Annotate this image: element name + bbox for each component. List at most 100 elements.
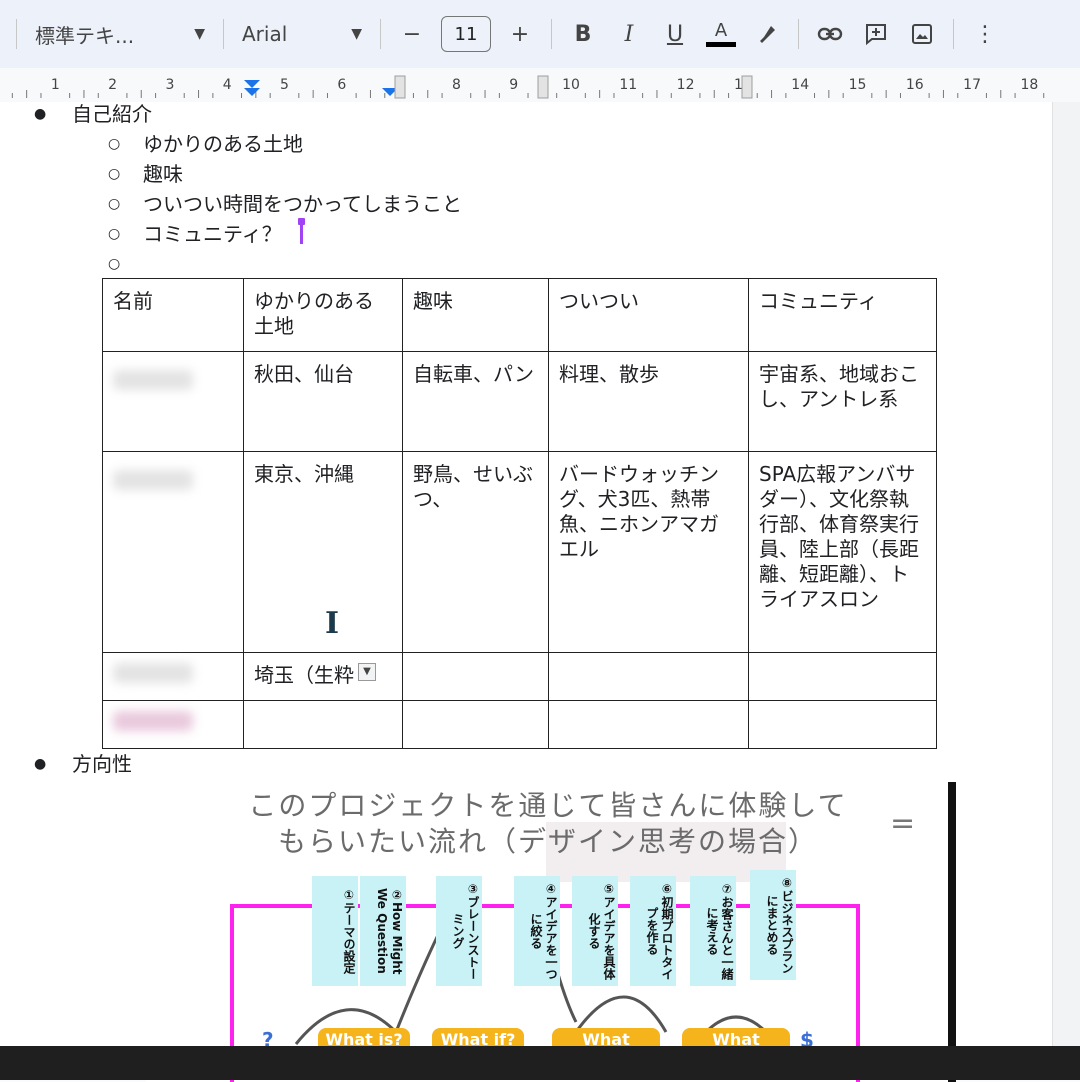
bullet-circle: ○ [108,256,121,272]
list-item[interactable]: ゆかりのある土地 [143,132,303,156]
list-item[interactable]: 方向性 [72,752,132,776]
decrease-font-size-button[interactable]: − [392,14,432,54]
chevron-down-icon: ▼ [351,26,362,42]
redacted-name [113,470,193,490]
bullet-circle: ○ [108,136,121,152]
page-margin-area [1052,102,1080,1046]
redacted-name [113,663,193,683]
table-cell[interactable]: 料理、散歩 [548,351,749,452]
chevron-down-icon[interactable]: ▼ [358,663,376,681]
ruler-number: 11 [619,77,637,93]
process-step: ③ブレーンストーミング [436,876,482,986]
table-cell[interactable] [748,652,937,701]
table-header-cell[interactable]: ゆかりのある土地 [243,278,403,352]
ruler-number: 5 [280,77,289,93]
list-item[interactable]: 趣味 [143,162,183,186]
table-cell[interactable] [748,700,937,749]
table-row: 名前 ゆかりのある土地 趣味 ついつい コミュニティ [102,278,937,352]
table-cell[interactable] [243,700,403,749]
table-cell[interactable]: 秋田、仙台 [243,351,403,452]
ruler-scale: 12345689101112131415161718 [11,75,1045,99]
toolbar-divider [16,19,17,49]
table-cell[interactable]: 自転車、パン [402,351,549,452]
table-cell-name[interactable] [102,351,244,452]
table-row: 埼玉（生粋 ▼ [102,652,937,701]
process-step: ④アイデアを一つに絞る [514,876,560,986]
bullet-circle: ○ [108,166,121,182]
table-cell-name[interactable] [102,700,244,749]
italic-button[interactable]: I [609,14,649,54]
table-header-cell[interactable]: 趣味 [402,278,549,352]
toolbar-divider [798,19,799,49]
bold-icon: B [574,21,592,47]
bold-button[interactable]: B [563,14,603,54]
plus-icon: + [510,21,530,47]
column-boundary-handle[interactable] [741,75,753,99]
left-indent-marker[interactable] [244,88,260,96]
table-row [102,700,937,749]
table-cell[interactable]: バードウォッチング、犬3匹、熱帯魚、ニホンアマガエル [548,451,749,653]
text-color-button[interactable]: A [701,14,741,54]
bullet-circle: ○ [108,196,121,212]
embedded-slide-image[interactable]: このプロジェクトを通じて皆さんに体験して もらいたい流れ（デザイン思考の場合） … [146,782,956,1082]
add-comment-icon [866,24,886,46]
column-boundary-handle[interactable] [537,75,549,99]
column-boundary-handle[interactable] [394,75,406,99]
first-line-indent-marker[interactable] [244,80,260,88]
table-cell[interactable]: 宇宙系、地域おこし、アントレ系 [748,351,937,452]
list-item[interactable]: ついつい時間をつかってしまうこと [143,192,462,216]
table-header-cell[interactable]: ついつい [548,278,749,352]
process-step: ⑧ビジネスプランにまとめる [750,870,796,980]
ruler-number: 4 [223,77,232,93]
table-cell-active[interactable]: 埼玉（生粋 ▼ [243,652,403,701]
table-cell[interactable]: SPA広報アンバサダー）、文化祭執行部、体育祭実行員、陸上部（長距離、短距離）、… [748,451,937,653]
toolbar-divider [551,19,552,49]
table-cell[interactable] [402,652,549,701]
process-step: ②How Might We Question [360,876,406,986]
process-step: ⑤アイデアを具体化する [572,876,618,986]
table-cell[interactable]: 東京、沖縄 [243,451,403,653]
intro-table: 名前 ゆかりのある土地 趣味 ついつい コミュニティ 秋田、仙台 自転車、パン … [102,278,937,749]
ruler-number: 15 [849,77,867,93]
font-size-input[interactable]: 11 [441,16,491,52]
insert-link-button[interactable] [810,14,850,54]
table-row: 秋田、仙台 自転車、パン 料理、散歩 宇宙系、地域おこし、アントレ系 [102,351,937,452]
redacted-name [113,711,193,731]
redacted-name [113,370,193,390]
insert-comment-button[interactable] [856,14,896,54]
bottom-taskbar [0,1046,1080,1080]
table-cell-name[interactable] [102,652,244,701]
table-cell[interactable] [402,700,549,749]
table-header-cell[interactable]: コミュニティ [748,278,937,352]
cell-text: 埼玉（生粋 [254,663,354,687]
table-cell[interactable] [548,700,749,749]
more-vertical-icon: ⋮ [974,21,996,47]
horizontal-ruler[interactable]: 12345689101112131415161718 [0,68,1080,103]
font-family-label: Arial [242,22,288,46]
ruler-number: 9 [509,77,518,93]
underline-button[interactable]: U [655,14,695,54]
list-item[interactable]: 自己紹介 [72,102,152,126]
text-color-letter: A [714,19,728,41]
process-step: ⑥初期プロトタイプを作る [630,876,676,986]
text-color-icon: A [706,19,736,47]
more-options-button[interactable]: ⋮ [965,14,1005,54]
toolbar-divider [223,19,224,49]
text-color-swatch [706,41,736,47]
highlight-color-button[interactable] [747,14,787,54]
process-step: ⑦お客さんと一緒に考える [690,876,736,986]
increase-font-size-button[interactable]: + [500,14,540,54]
minus-icon: − [402,21,422,47]
list-item[interactable]: コミュニティ？ [143,222,282,246]
insert-image-button[interactable] [902,14,942,54]
table-cell[interactable]: 野鳥、せいぶつ、 [402,451,549,653]
table-cell-name[interactable] [102,451,244,653]
font-family-select[interactable]: Arial ▼ [232,14,372,54]
ruler-number: 1 [51,77,60,93]
table-cell[interactable] [548,652,749,701]
toolbar-divider [380,19,381,49]
table-header-cell[interactable]: 名前 [102,278,244,352]
formatting-toolbar: 標準テキ... ▼ Arial ▼ − 11 + B I U A ⋮ [0,0,1080,68]
paragraph-style-select[interactable]: 標準テキ... ▼ [25,14,215,54]
paragraph-style-label: 標準テキ... [35,23,135,48]
